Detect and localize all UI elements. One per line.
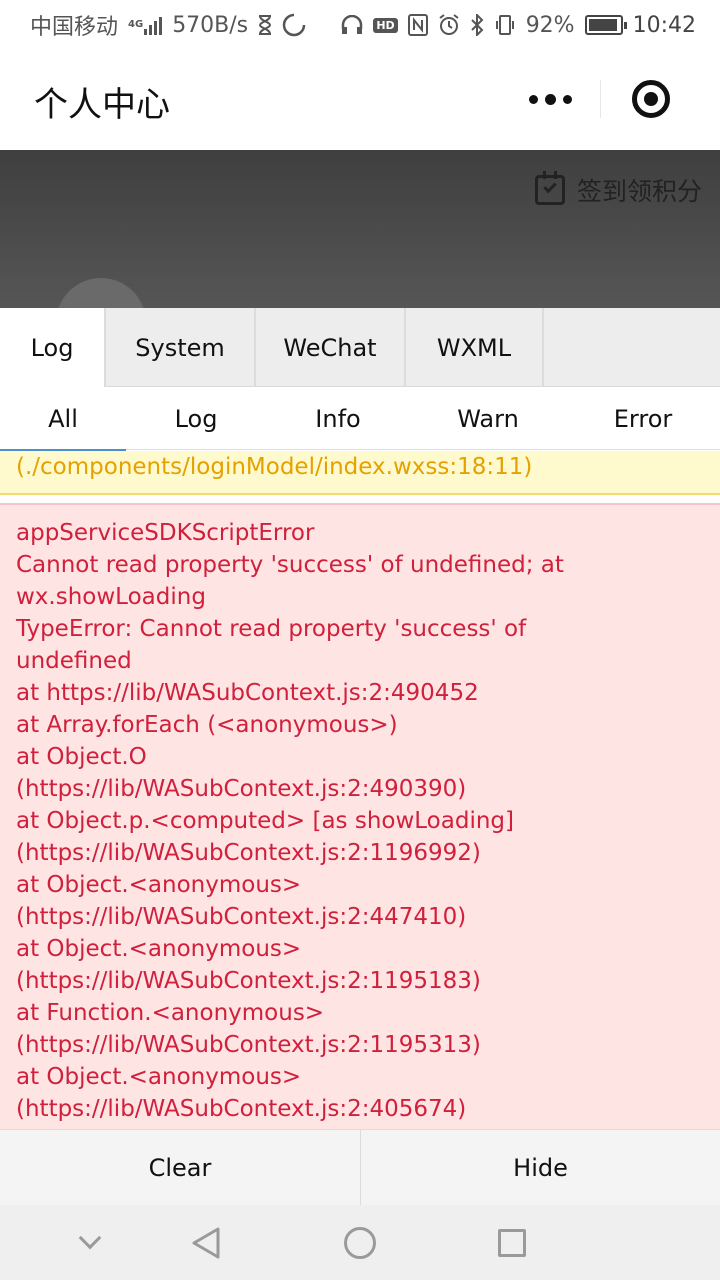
error-log-line: at Object.<anonymous>: [16, 872, 302, 898]
error-log-line: undefined: [16, 648, 132, 674]
status-bar: 中国移动 4G 570B/s HD 92% 10:42: [0, 0, 720, 50]
bluetooth-icon: [470, 14, 484, 36]
error-log-line: (https://lib/WASubContext.js:2:405674): [16, 1096, 467, 1122]
vconsole-panel: Log System WeChat WXML All Log Info Warn…: [0, 308, 720, 1280]
alarm-icon: [438, 14, 460, 36]
error-log-line: (https://lib/WASubContext.js:2:1195313): [16, 1032, 481, 1058]
battery-percent: 92%: [525, 12, 575, 38]
net-speed: 570B/s: [172, 12, 249, 38]
error-log-line: at Function.<anonymous>: [16, 1000, 325, 1026]
checkin-label: 签到领积分: [576, 177, 702, 206]
filter-log[interactable]: Log: [126, 388, 266, 450]
calendar-check-icon: [534, 171, 565, 205]
collapse-nav-button[interactable]: [72, 1225, 108, 1261]
log-filter-tabs: All Log Info Warn Error: [0, 388, 720, 451]
battery-icon: [584, 15, 627, 35]
status-left: 中国移动 4G 570B/s: [30, 9, 306, 41]
error-log-line: (https://lib/WASubContext.js:2:447410): [16, 904, 467, 930]
error-log-line: at Object.p.<computed> [as showLoading]: [16, 808, 514, 834]
vibrate-icon: [494, 14, 516, 36]
carrier-name: 中国移动: [30, 15, 119, 40]
hd-badge: HD: [373, 17, 398, 33]
tab-wxml[interactable]: WXML: [406, 308, 544, 387]
more-menu-button[interactable]: [500, 66, 600, 132]
system-nav-bar: [0, 1205, 720, 1280]
error-log-line: at Object.<anonymous>: [16, 936, 302, 962]
menu-capsule: [500, 66, 700, 132]
nav-bar: 个人中心: [0, 50, 720, 150]
home-button[interactable]: [342, 1225, 378, 1261]
tab-wechat[interactable]: WeChat: [256, 308, 406, 387]
close-miniprogram-button[interactable]: [601, 66, 700, 132]
filter-all[interactable]: All: [0, 388, 126, 451]
error-log-line: at Array.forEach (<anonymous>): [16, 712, 398, 738]
clear-button[interactable]: Clear: [0, 1130, 360, 1206]
error-log-entry: appServiceSDKScriptError Cannot read prop…: [0, 503, 720, 1129]
headphones-icon: [341, 15, 363, 35]
battery-fill: [588, 19, 617, 31]
error-log-line: (https://lib/WASubContext.js:2:1196992): [16, 840, 481, 866]
signal-icon: 4G: [128, 15, 163, 35]
vconsole-tabs: Log System WeChat WXML: [0, 308, 720, 387]
filter-error[interactable]: Error: [566, 388, 720, 450]
back-triangle-icon: [192, 1227, 220, 1259]
network-type: 4G: [128, 19, 144, 30]
status-right: HD 92% 10:42: [341, 13, 696, 38]
tab-system[interactable]: System: [106, 308, 256, 387]
log-list[interactable]: (./components/loginModel/index.wxss:18:1…: [0, 451, 720, 1129]
page-title: 个人中心: [34, 85, 170, 125]
error-log-line: TypeError: Cannot read property 'success…: [16, 616, 527, 642]
error-log-line: wx.showLoading: [16, 584, 206, 610]
nfc-icon: [407, 14, 428, 36]
home-circle-icon: [344, 1227, 376, 1259]
recents-square-icon: [498, 1229, 526, 1257]
warn-log-entry: (./components/loginModel/index.wxss:18:1…: [0, 451, 720, 495]
error-log-line: at Object.<anonymous>: [16, 1064, 302, 1090]
filter-info[interactable]: Info: [266, 388, 410, 450]
error-log-line: (https://lib/WASubContext.js:2:490390): [16, 776, 467, 802]
vconsole-toolbar: Clear Hide: [0, 1129, 720, 1206]
loading-icon: [282, 13, 306, 37]
profile-header: 签到领积分: [0, 150, 720, 310]
clock: 10:42: [632, 12, 696, 38]
hourglass-icon: [258, 15, 272, 35]
checkin-button[interactable]: 签到领积分: [534, 171, 702, 208]
chevron-down-icon: [78, 1226, 102, 1250]
error-log-line: at https://lib/WASubContext.js:2:490452: [16, 680, 479, 706]
tab-log[interactable]: Log: [0, 308, 106, 387]
error-log-line: Cannot read property 'success' of undefi…: [16, 552, 564, 578]
hide-button[interactable]: Hide: [360, 1130, 720, 1206]
error-log-line: appServiceSDKScriptError: [16, 520, 315, 546]
avatar: [56, 278, 146, 310]
recents-button[interactable]: [494, 1225, 530, 1261]
back-button[interactable]: [188, 1225, 224, 1261]
error-log-line: at Object.O: [16, 744, 147, 770]
filter-warn[interactable]: Warn: [410, 388, 566, 450]
error-log-line: (https://lib/WASubContext.js:2:1195183): [16, 968, 481, 994]
target-icon: [631, 80, 670, 118]
